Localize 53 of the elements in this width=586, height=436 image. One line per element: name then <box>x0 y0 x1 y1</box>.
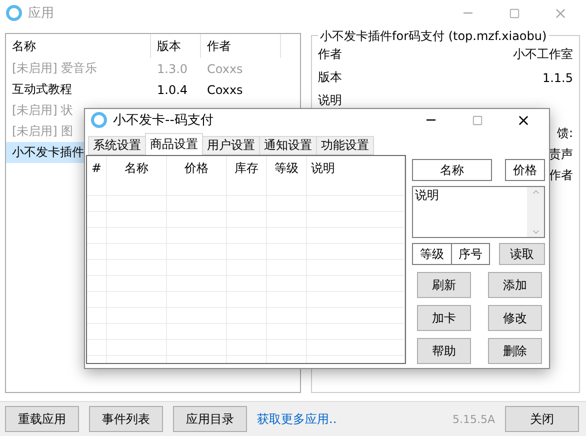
index-field[interactable]: 序号 <box>451 243 490 265</box>
app-name: 小不发卡插件 <box>12 144 84 161</box>
price-field[interactable]: 价格 <box>505 159 545 181</box>
app-version: 1.3.0 <box>157 62 188 76</box>
column-header[interactable]: 库存 <box>227 156 267 180</box>
tab[interactable]: 系统设置 <box>88 136 146 155</box>
detail-label: 说明 <box>318 92 342 109</box>
detail-value: 1.1.5 <box>542 70 573 84</box>
detail-label: 版本 <box>318 69 342 86</box>
column-header[interactable]: 名称 <box>107 156 167 180</box>
tab[interactable]: 功能设置 <box>316 136 374 155</box>
details-title: 小不发卡插件for码支付 (top.mzf.xiaobu) <box>318 28 549 45</box>
description-field[interactable]: 说明 <box>412 186 545 238</box>
description-text: 作者 <box>549 167 573 184</box>
action-button[interactable]: 修改 <box>488 305 542 331</box>
action-button[interactable]: 帮助 <box>417 338 471 364</box>
column-header[interactable]: # <box>87 156 107 180</box>
app-name: [未启用] 图 <box>12 123 74 140</box>
detail-label: 作者 <box>318 46 342 63</box>
app-row[interactable]: 互动式教程 1.0.4 Coxxs <box>6 79 300 100</box>
detail-value: 小不工作室 <box>513 46 573 63</box>
close-button[interactable]: 关闭 <box>505 406 579 432</box>
tab[interactable]: 用户设置 <box>202 136 260 155</box>
level-field[interactable]: 等级 <box>412 243 452 265</box>
footer-button[interactable]: 应用目录 <box>173 406 247 432</box>
window-title: 应用 <box>28 5 54 22</box>
dialog-title: 小不发卡--码支付 <box>113 112 214 129</box>
action-button[interactable]: 删除 <box>488 338 542 364</box>
column-header[interactable]: 版本 <box>151 34 201 58</box>
version-text: 5.15.5A <box>452 412 495 426</box>
app-author: Coxxs <box>207 62 243 76</box>
tab[interactable]: 通知设置 <box>259 136 317 155</box>
action-button[interactable]: 加卡 <box>417 305 471 331</box>
description-text: 责声 <box>549 146 573 163</box>
app-name: [未启用] 爱音乐 <box>12 60 98 77</box>
app-version: 1.0.4 <box>157 82 188 96</box>
column-header[interactable]: 等级 <box>267 156 307 180</box>
app-icon <box>91 112 107 128</box>
app-icon <box>6 5 22 21</box>
action-button[interactable]: 刷新 <box>417 272 471 298</box>
app-author: Coxxs <box>207 82 243 96</box>
name-field[interactable]: 名称 <box>412 159 492 181</box>
app-name: 互动式教程 <box>12 81 72 98</box>
column-header[interactable]: 价格 <box>167 156 227 180</box>
footer-button[interactable]: 事件列表 <box>89 406 163 432</box>
action-button[interactable]: 添加 <box>488 272 542 298</box>
column-header[interactable]: 说明 <box>307 156 405 180</box>
read-button[interactable]: 读取 <box>499 243 545 265</box>
column-header[interactable]: 作者 <box>201 34 281 58</box>
footer-button[interactable]: 重载应用 <box>5 406 79 432</box>
column-header[interactable]: 名称 <box>6 34 151 58</box>
more-apps-link[interactable]: 获取更多应用.. <box>257 410 337 428</box>
description-text: 馈: <box>556 125 573 142</box>
